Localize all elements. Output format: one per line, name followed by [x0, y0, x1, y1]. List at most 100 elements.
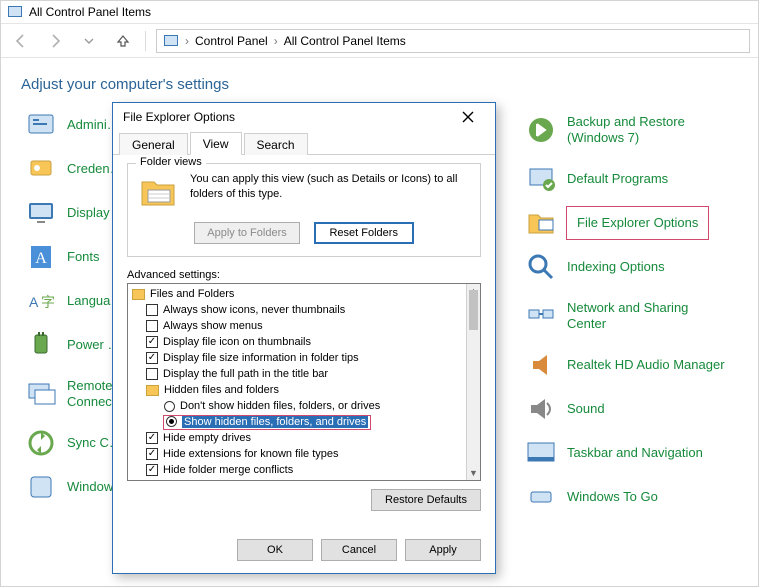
folder-views-text: You can apply this view (such as Details…: [190, 172, 470, 202]
folder-views-icon: [138, 172, 178, 212]
breadcrumb-root[interactable]: Control Panel: [195, 34, 268, 48]
radio-icon[interactable]: [164, 401, 175, 412]
apply-to-folders-button[interactable]: Apply to Folders: [194, 222, 299, 244]
checkbox-icon[interactable]: [146, 320, 158, 332]
backup-icon: [525, 114, 557, 146]
cp-item-realtek-audio[interactable]: Realtek HD Audio Manager: [521, 343, 738, 387]
checkbox-icon[interactable]: [146, 464, 158, 476]
cp-item-windows-to-go[interactable]: Windows To Go: [521, 475, 738, 519]
up-button[interactable]: [111, 29, 135, 53]
display-icon: [25, 197, 57, 229]
tree-radio-item-selected[interactable]: Show hidden files, folders, and drives: [132, 414, 464, 430]
folder-views-legend: Folder views: [136, 156, 206, 168]
scroll-down-arrow-icon[interactable]: ▼: [467, 466, 480, 480]
cp-item-sound[interactable]: Sound: [521, 387, 738, 431]
page-heading: Adjust your computer's settings: [1, 58, 758, 103]
tree-item-label: Hide extensions for known file types: [163, 448, 338, 460]
cp-item-taskbar-navigation[interactable]: Taskbar and Navigation: [521, 431, 738, 475]
language-icon: A字: [25, 285, 57, 317]
reset-folders-button[interactable]: Reset Folders: [314, 222, 414, 244]
tree-item-label: Display file size information in folder …: [163, 352, 359, 364]
tree-item-label: Show hidden files, folders, and drives: [182, 416, 368, 428]
forward-button[interactable]: [43, 29, 67, 53]
dialog-titlebar[interactable]: File Explorer Options: [113, 103, 495, 131]
radio-highlight-annotation: Show hidden files, folders, and drives: [164, 416, 370, 429]
radio-icon[interactable]: [166, 416, 177, 427]
nav-row: › Control Panel › All Control Panel Item…: [1, 24, 758, 58]
tab-general[interactable]: General: [119, 133, 188, 155]
advanced-settings-tree: Files and Folders Always show icons, nev…: [127, 283, 481, 481]
tab-search[interactable]: Search: [244, 133, 308, 155]
advanced-settings-tree-inner[interactable]: Files and Folders Always show icons, nev…: [128, 284, 466, 480]
remoteapp-icon: [25, 378, 57, 410]
defender-icon: [25, 471, 57, 503]
tree-item[interactable]: Hide extensions for known file types: [132, 446, 464, 462]
tree-item[interactable]: Always show menus: [132, 318, 464, 334]
tree-root-label: Files and Folders: [150, 288, 234, 300]
network-icon: [525, 300, 557, 332]
tree-item[interactable]: Hide empty drives: [132, 430, 464, 446]
scroll-thumb[interactable]: [469, 290, 478, 330]
tab-view[interactable]: View: [190, 132, 242, 155]
tree-item-label: Hidden files and folders: [164, 384, 279, 396]
checkbox-icon[interactable]: [146, 336, 158, 348]
tree-subfolder: Hidden files and folders: [132, 382, 464, 398]
cp-right-column: Backup and Restore (Windows 7) Default P…: [521, 103, 738, 519]
window-title: All Control Panel Items: [29, 5, 151, 19]
folder-options-icon: [525, 207, 557, 239]
svg-text:字: 字: [41, 294, 55, 310]
folder-views-group: Folder views You can apply this view (su…: [127, 163, 481, 257]
taskbar-icon: [525, 437, 557, 469]
cp-item-default-programs[interactable]: Default Programs: [521, 157, 738, 201]
cp-item-label: Network and Sharing Center: [567, 300, 727, 331]
nav-separator: [145, 31, 146, 51]
tree-item-label: Always show icons, never thumbnails: [163, 304, 345, 316]
tree-radio-item[interactable]: Don't show hidden files, folders, or dri…: [132, 398, 464, 414]
cp-item-label: File Explorer Options: [567, 207, 708, 239]
dialog-footer: OK Cancel Apply: [113, 529, 495, 573]
sync-icon: [25, 427, 57, 459]
tree-item[interactable]: Hide folder merge conflicts: [132, 462, 464, 478]
tree-item-label: Don't show hidden files, folders, or dri…: [180, 400, 380, 412]
cp-item-label: Realtek HD Audio Manager: [567, 357, 725, 373]
ok-button[interactable]: OK: [237, 539, 313, 561]
tree-item[interactable]: Always show icons, never thumbnails: [132, 302, 464, 318]
titlebar: All Control Panel Items: [1, 1, 758, 24]
tree-item[interactable]: Display the full path in the title bar: [132, 366, 464, 382]
tree-item[interactable]: Display file size information in folder …: [132, 350, 464, 366]
control-panel-small-icon: [163, 33, 179, 49]
checkbox-icon[interactable]: [146, 448, 158, 460]
cp-item-indexing-options[interactable]: Indexing Options: [521, 245, 738, 289]
restore-defaults-button[interactable]: Restore Defaults: [371, 489, 481, 511]
chevron-right-icon: ›: [183, 34, 191, 48]
power-icon: [25, 329, 57, 361]
cp-item-network-sharing[interactable]: Network and Sharing Center: [521, 289, 738, 343]
default-programs-icon: [525, 163, 557, 195]
cp-item-label: Display: [67, 205, 110, 221]
back-button[interactable]: [9, 29, 33, 53]
checkbox-icon[interactable]: [146, 304, 158, 316]
checkbox-icon[interactable]: [146, 352, 158, 364]
tree-item[interactable]: Display file icon on thumbnails: [132, 334, 464, 350]
checkbox-icon[interactable]: [146, 432, 158, 444]
apply-button[interactable]: Apply: [405, 539, 481, 561]
dialog-body: Folder views You can apply this view (su…: [113, 155, 495, 481]
close-button[interactable]: [451, 105, 485, 129]
cp-item-label: Fonts: [67, 249, 100, 265]
cp-item-backup-restore[interactable]: Backup and Restore (Windows 7): [521, 103, 738, 157]
realtek-icon: [525, 349, 557, 381]
breadcrumb[interactable]: › Control Panel › All Control Panel Item…: [156, 29, 750, 53]
tree-item-label: Hide empty drives: [163, 432, 251, 444]
folder-icon: [146, 385, 159, 396]
checkbox-icon[interactable]: [146, 368, 158, 380]
recent-dropdown-button[interactable]: [77, 29, 101, 53]
cancel-button[interactable]: Cancel: [321, 539, 397, 561]
cp-item-file-explorer-options[interactable]: File Explorer Options: [521, 201, 738, 245]
file-explorer-options-dialog: File Explorer Options General View Searc…: [112, 102, 496, 574]
breadcrumb-current[interactable]: All Control Panel Items: [284, 34, 406, 48]
windows-to-go-icon: [525, 481, 557, 513]
tree-scrollbar[interactable]: ▲ ▼: [466, 284, 480, 480]
fonts-icon: A: [25, 241, 57, 273]
dialog-title: File Explorer Options: [123, 110, 235, 124]
sound-icon: [525, 393, 557, 425]
